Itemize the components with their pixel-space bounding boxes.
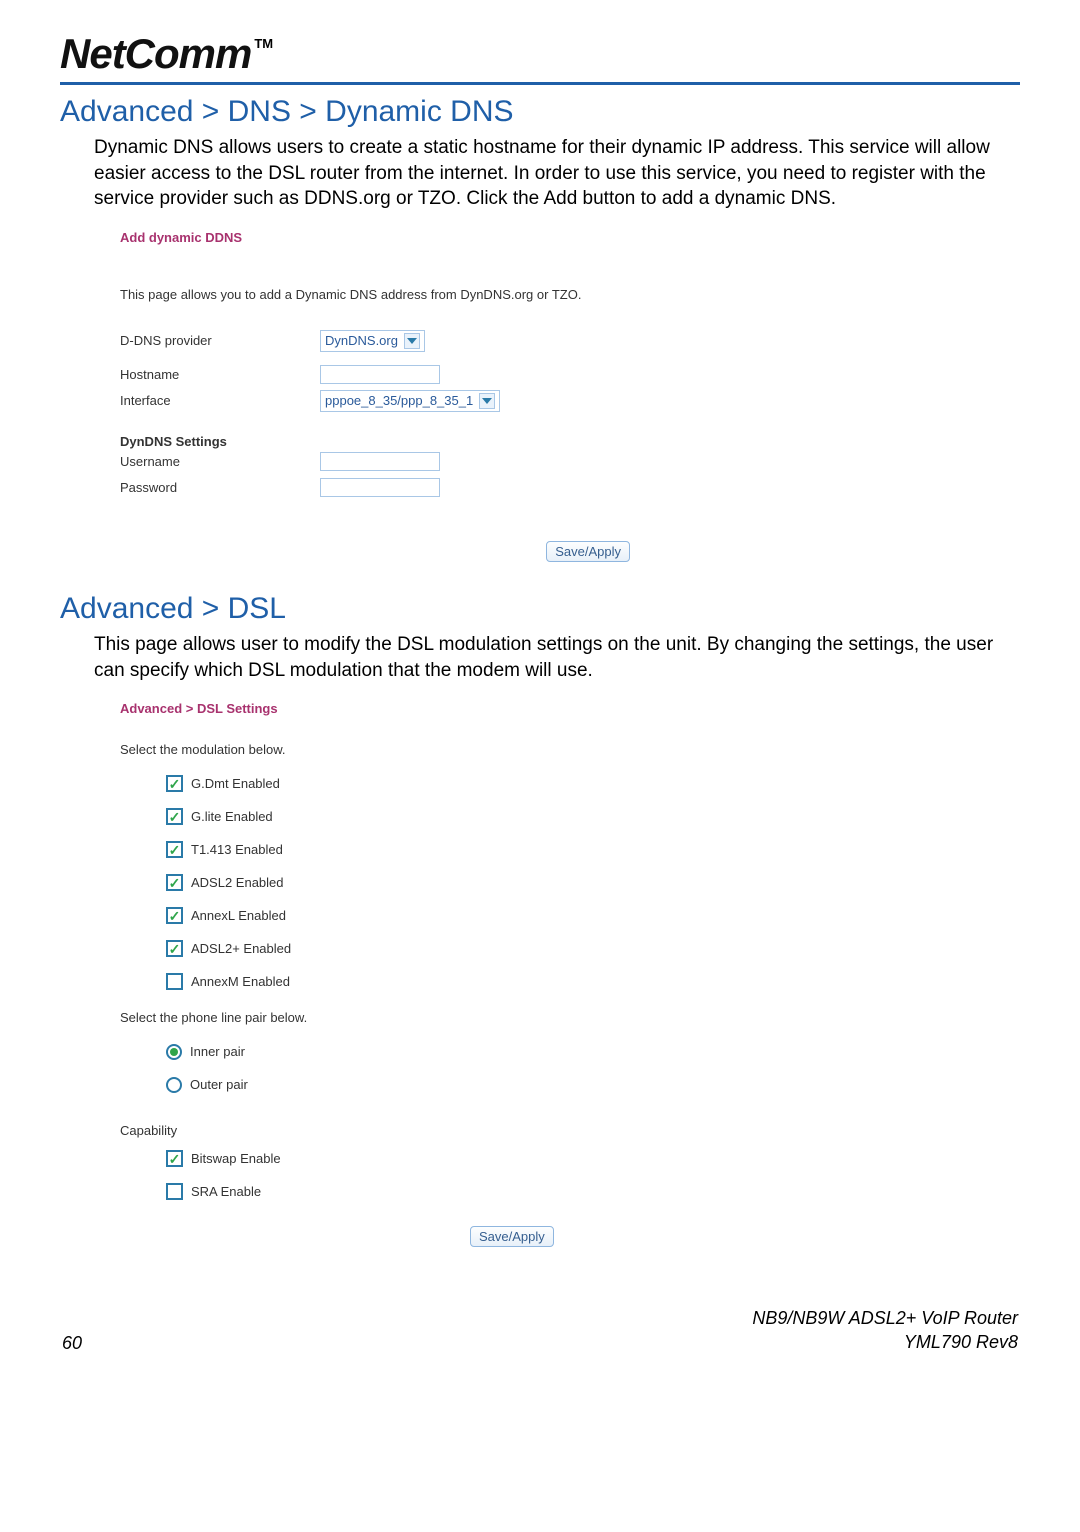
username-row: Username xyxy=(120,449,1020,475)
checkbox-icon[interactable] xyxy=(166,808,183,825)
dsl-panel-heading: Advanced > DSL Settings xyxy=(120,701,1020,716)
modulation-option: ADSL2+ Enabled xyxy=(120,932,1020,965)
pair-label: Select the phone line pair below. xyxy=(120,1010,1020,1025)
ddns-panel: Add dynamic DDNS This page allows you to… xyxy=(120,230,1020,562)
brand-row: NetComm TM xyxy=(60,30,1020,78)
footer-doc: YML790 Rev8 xyxy=(904,1332,1018,1352)
modulation-option-label: AnnexL Enabled xyxy=(191,908,286,923)
modulation-option: G.Dmt Enabled xyxy=(120,767,1020,800)
capability-list: Bitswap Enable SRA Enable xyxy=(120,1142,1020,1208)
password-label: Password xyxy=(120,480,320,495)
save-apply-button[interactable]: Save/Apply xyxy=(470,1226,554,1247)
modulation-option-label: G.Dmt Enabled xyxy=(191,776,280,791)
checkbox-icon[interactable] xyxy=(166,1150,183,1167)
radio-icon[interactable] xyxy=(166,1077,182,1093)
checkbox-icon[interactable] xyxy=(166,940,183,957)
page-number: 60 xyxy=(62,1333,82,1354)
trademark-icon: TM xyxy=(254,36,273,51)
username-input[interactable] xyxy=(320,452,440,471)
pair-option: Outer pair xyxy=(120,1068,1020,1101)
provider-select[interactable]: DynDNS.org xyxy=(320,330,425,352)
capability-option: Bitswap Enable xyxy=(120,1142,1020,1175)
save-apply-button[interactable]: Save/Apply xyxy=(546,541,630,562)
capability-option-label: SRA Enable xyxy=(191,1184,261,1199)
dyndns-settings-heading: DynDNS Settings xyxy=(120,434,1020,449)
checkbox-icon[interactable] xyxy=(166,841,183,858)
checkbox-icon[interactable] xyxy=(166,874,183,891)
modulation-option-label: G.lite Enabled xyxy=(191,809,273,824)
interface-value: pppoe_8_35/ppp_8_35_1 xyxy=(325,393,473,408)
pair-option-label: Inner pair xyxy=(190,1044,245,1059)
password-row: Password xyxy=(120,475,1020,501)
ddns-panel-desc: This page allows you to add a Dynamic DN… xyxy=(120,287,1020,302)
modulation-option-label: ADSL2+ Enabled xyxy=(191,941,291,956)
modulation-label: Select the modulation below. xyxy=(120,742,1020,757)
page-footer: 60 NB9/NB9W ADSL2+ VoIP Router YML790 Re… xyxy=(60,1307,1020,1354)
chevron-down-icon xyxy=(404,333,420,349)
pair-option-label: Outer pair xyxy=(190,1077,248,1092)
modulation-option: T1.413 Enabled xyxy=(120,833,1020,866)
password-input[interactable] xyxy=(320,478,440,497)
interface-select[interactable]: pppoe_8_35/ppp_8_35_1 xyxy=(320,390,500,412)
brand-logo: NetComm xyxy=(60,30,251,78)
hostname-label: Hostname xyxy=(120,367,320,382)
document-page: NetComm TM Advanced > DNS > Dynamic DNS … xyxy=(0,0,1080,1384)
checkbox-icon[interactable] xyxy=(166,775,183,792)
radio-icon[interactable] xyxy=(166,1044,182,1060)
footer-right: NB9/NB9W ADSL2+ VoIP Router YML790 Rev8 xyxy=(752,1307,1018,1354)
modulation-list: G.Dmt Enabled G.lite Enabled T1.413 Enable… xyxy=(120,767,1020,998)
ddns-button-row: Save/Apply xyxy=(120,541,1020,562)
hostname-row: Hostname xyxy=(120,362,1020,388)
interface-label: Interface xyxy=(120,393,320,408)
checkbox-icon[interactable] xyxy=(166,1183,183,1200)
header-rule xyxy=(60,82,1020,85)
section-dsl-body: This page allows user to modify the DSL … xyxy=(60,632,1020,683)
hostname-input[interactable] xyxy=(320,365,440,384)
modulation-option: AnnexL Enabled xyxy=(120,899,1020,932)
capability-option: SRA Enable xyxy=(120,1175,1020,1208)
section-ddns-body: Dynamic DNS allows users to create a sta… xyxy=(60,135,1020,212)
pair-list: Inner pair Outer pair xyxy=(120,1035,1020,1101)
dsl-button-row: Save/Apply xyxy=(120,1226,1020,1247)
dsl-panel: Advanced > DSL Settings Select the modul… xyxy=(120,701,1020,1247)
modulation-option-label: ADSL2 Enabled xyxy=(191,875,284,890)
checkbox-icon[interactable] xyxy=(166,973,183,990)
provider-row: D-DNS provider DynDNS.org xyxy=(120,328,1020,354)
chevron-down-icon xyxy=(479,393,495,409)
capability-label: Capability xyxy=(120,1123,1020,1138)
section-ddns-title: Advanced > DNS > Dynamic DNS xyxy=(60,95,1020,129)
footer-model: NB9/NB9W ADSL2+ VoIP Router xyxy=(752,1308,1018,1328)
modulation-option: AnnexM Enabled xyxy=(120,965,1020,998)
modulation-option: ADSL2 Enabled xyxy=(120,866,1020,899)
provider-value: DynDNS.org xyxy=(325,333,398,348)
modulation-option: G.lite Enabled xyxy=(120,800,1020,833)
interface-row: Interface pppoe_8_35/ppp_8_35_1 xyxy=(120,388,1020,414)
username-label: Username xyxy=(120,454,320,469)
modulation-option-label: T1.413 Enabled xyxy=(191,842,283,857)
checkbox-icon[interactable] xyxy=(166,907,183,924)
section-dsl-title: Advanced > DSL xyxy=(60,592,1020,626)
pair-option: Inner pair xyxy=(120,1035,1020,1068)
ddns-panel-heading: Add dynamic DDNS xyxy=(120,230,1020,245)
capability-option-label: Bitswap Enable xyxy=(191,1151,281,1166)
provider-label: D-DNS provider xyxy=(120,333,320,348)
modulation-option-label: AnnexM Enabled xyxy=(191,974,290,989)
